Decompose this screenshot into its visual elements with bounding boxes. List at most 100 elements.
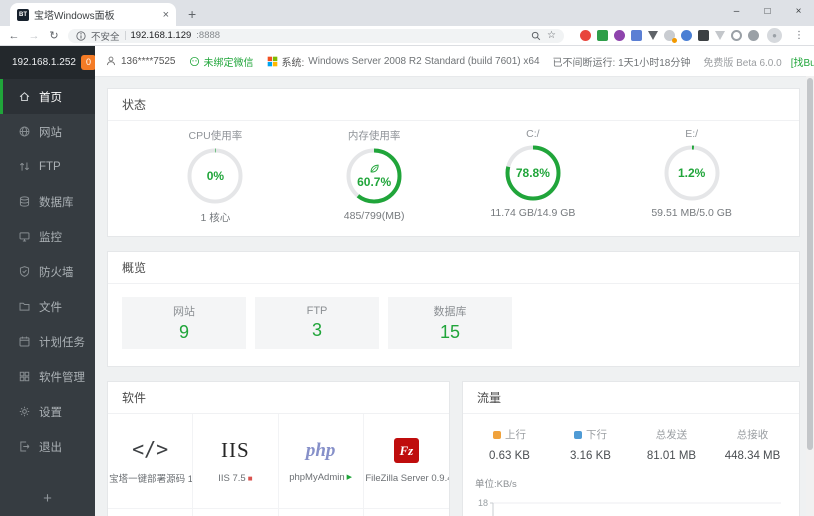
- window-maximize-button[interactable]: □: [752, 0, 783, 22]
- globe-icon: [19, 126, 30, 137]
- gauge-title: CPU使用率: [188, 130, 243, 142]
- sidebar-item-site[interactable]: 网站: [0, 114, 95, 149]
- software-panel-title: 软件: [108, 382, 449, 414]
- gauge-caption: 11.74 GB/14.9 GB: [490, 207, 576, 219]
- software-cell-deploy[interactable]: </> 宝塔一键部署源码 1.0▶: [108, 414, 194, 509]
- iis-logo: IIS: [221, 438, 250, 462]
- software-cell-filezilla[interactable]: Fz FileZilla Server 0.9.41▶: [363, 414, 449, 509]
- status-panel-title: 状态: [108, 89, 799, 121]
- gauge-value: 0%: [186, 147, 244, 205]
- overview-cards: 网站 9 FTP 3 数据库 15: [108, 284, 799, 366]
- software-grid: </>宝塔一键部署源码 1.0▶ IIS IIS 7.5■ phpphpMyAdmin…: [108, 414, 449, 516]
- new-tab-button[interactable]: +: [188, 6, 196, 22]
- gauge-percent: 60.7%: [357, 175, 392, 189]
- sidebar-item-label: FTP: [39, 160, 61, 173]
- gauge-disk-c: C:/ 78.8% 11.74 GB/14.9 GB: [467, 128, 599, 225]
- sidebar-item-database[interactable]: 数据库: [0, 184, 95, 219]
- overview-card-databases[interactable]: 数据库 15: [388, 297, 512, 349]
- extension-blue-circle-icon[interactable]: [681, 30, 692, 41]
- gauge-value: 78.8%: [504, 144, 562, 202]
- extension-gray-icon[interactable]: [748, 30, 759, 41]
- scrollbar-thumb[interactable]: [807, 78, 813, 450]
- overview-card-sites[interactable]: 网站 9: [122, 297, 246, 349]
- forward-icon[interactable]: →: [28, 30, 40, 42]
- software-label: IIS 7.5 ■: [218, 473, 252, 484]
- sidebar-item-ftp[interactable]: FTP: [0, 149, 95, 184]
- sidebar-item-firewall[interactable]: 防火墙: [0, 254, 95, 289]
- extension-badged-icon[interactable]: [664, 30, 677, 43]
- window-minimize-button[interactable]: –: [721, 0, 752, 22]
- logout-icon: [20, 441, 30, 452]
- sidebar-item-software[interactable]: 软件管理: [0, 359, 95, 394]
- sidebar-item-logout[interactable]: 退出: [0, 429, 95, 464]
- uptime-label: 已不间断运行: 1天1小时18分钟: [552, 57, 691, 69]
- extension-badge: [672, 38, 677, 43]
- software-panel: 软件 </>宝塔一键部署源码 1.0▶ IIS IIS 7.5■ phpphpMyAd…: [107, 381, 450, 516]
- extension-funnel-icon[interactable]: [648, 31, 658, 40]
- url-input[interactable]: 不安全 192.168.1.129:8888 ☆: [68, 28, 564, 43]
- overview-card-value: 9: [178, 322, 189, 342]
- sidebar-item-label: 监控: [39, 231, 62, 244]
- sidebar-item-label: 软件管理: [39, 371, 85, 384]
- browser-tab[interactable]: BT 宝塔Windows面板 ×: [10, 3, 176, 26]
- gauge-memory: 内存使用率 60.7% 485/799(MB): [308, 128, 440, 225]
- gauge-ring: 1.2%: [663, 144, 721, 202]
- gauge-value: 1.2%: [663, 144, 721, 202]
- traffic-stat-up: 上行 0.63 KB: [469, 427, 550, 462]
- main-area: 状态 CPU使用率 0% 1 核心 内存使用率 60.7% 485/799(MB) C:/ 7…: [95, 77, 814, 516]
- browser-tab-strip: BT 宝塔Windows面板 × + – □ ×: [0, 0, 814, 26]
- account-menu[interactable]: 136****7525: [105, 55, 176, 67]
- software-cell-iis[interactable]: IIS IIS 7.5 ■: [193, 414, 279, 509]
- software-name: 宝塔一键部署源码 1.0: [109, 474, 194, 485]
- sidebar-item-files[interactable]: 文件: [0, 289, 95, 324]
- security-label: 不安全: [91, 31, 120, 43]
- gauge-percent: 1.2%: [677, 166, 706, 180]
- traffic-stat-name: 下行: [586, 429, 607, 441]
- omnibox-divider: [124, 31, 126, 40]
- gauge-value: 60.7%: [345, 147, 403, 205]
- extension-history-icon[interactable]: [731, 30, 742, 41]
- release-memory-leaf-icon: [370, 164, 379, 173]
- browser-menu-icon[interactable]: ⋮: [794, 30, 804, 41]
- bt-panel-app: 192.168.1.252 0 首页 网站 FTP 数据库 监控 防火墙 文件 计划任务 软件管…: [0, 46, 814, 516]
- gauge-ring: 0%: [186, 147, 244, 205]
- extension-red-icon[interactable]: [580, 30, 591, 41]
- browser-address-bar: ← → ↻ 不安全 192.168.1.129:8888 ☆ ● ⋮: [0, 26, 814, 46]
- browser-avatar[interactable]: ●: [767, 28, 782, 43]
- sidebar-item-home[interactable]: 首页: [0, 79, 95, 114]
- gauge-caption: 1 核心: [200, 212, 231, 224]
- bt-favicon: BT: [17, 8, 29, 21]
- overview-card-ftp[interactable]: FTP 3: [255, 297, 379, 349]
- calendar-icon: [19, 336, 30, 347]
- bug-reward-link[interactable]: [找Bug奖宝塔币]: [791, 54, 814, 69]
- extension-dark-icon[interactable]: [698, 30, 709, 41]
- overview-card-value: 3: [311, 320, 322, 340]
- system-info: 系统: Windows Server 2008 R2 Standard (bui…: [267, 54, 540, 69]
- sidebar-item-label: 数据库: [39, 196, 74, 209]
- tab-close-icon[interactable]: ×: [163, 9, 169, 21]
- sidebar-item-monitor[interactable]: 监控: [0, 219, 95, 254]
- back-icon[interactable]: ←: [8, 30, 20, 42]
- traffic-stat-total-sent: 总发送 81.01 MB: [631, 427, 712, 462]
- extension-light-arrow-icon[interactable]: [715, 31, 725, 40]
- sidebar-item-cron[interactable]: 计划任务: [0, 324, 95, 359]
- gauge-caption: 485/799(MB): [343, 210, 405, 222]
- window-close-button[interactable]: ×: [783, 0, 814, 22]
- gauge-title: 内存使用率: [347, 130, 401, 142]
- message-badge[interactable]: 0: [80, 55, 96, 70]
- bookmark-star-icon[interactable]: ☆: [547, 30, 556, 41]
- legend-square-up: [493, 430, 501, 439]
- sidebar-add-button[interactable]: +: [0, 481, 95, 516]
- sidebar-item-label: 退出: [39, 441, 62, 454]
- status-running-icon: ▶: [346, 474, 353, 481]
- sidebar-item-settings[interactable]: 设置: [0, 394, 95, 429]
- extension-purple-icon[interactable]: [614, 30, 625, 41]
- extension-green-icon[interactable]: [597, 30, 608, 41]
- version-label: 免费版 Beta 6.0.0: [703, 57, 782, 69]
- extension-blue-square-icon[interactable]: [631, 30, 642, 41]
- zoom-search-icon[interactable]: [531, 31, 541, 41]
- software-cell-phpmyadmin[interactable]: php phpMyAdmin ▶: [278, 414, 364, 509]
- traffic-stat-label: 上行: [469, 427, 550, 442]
- wechat-bind-link[interactable]: 未绑定微信: [189, 54, 254, 69]
- reload-icon[interactable]: ↻: [48, 29, 60, 42]
